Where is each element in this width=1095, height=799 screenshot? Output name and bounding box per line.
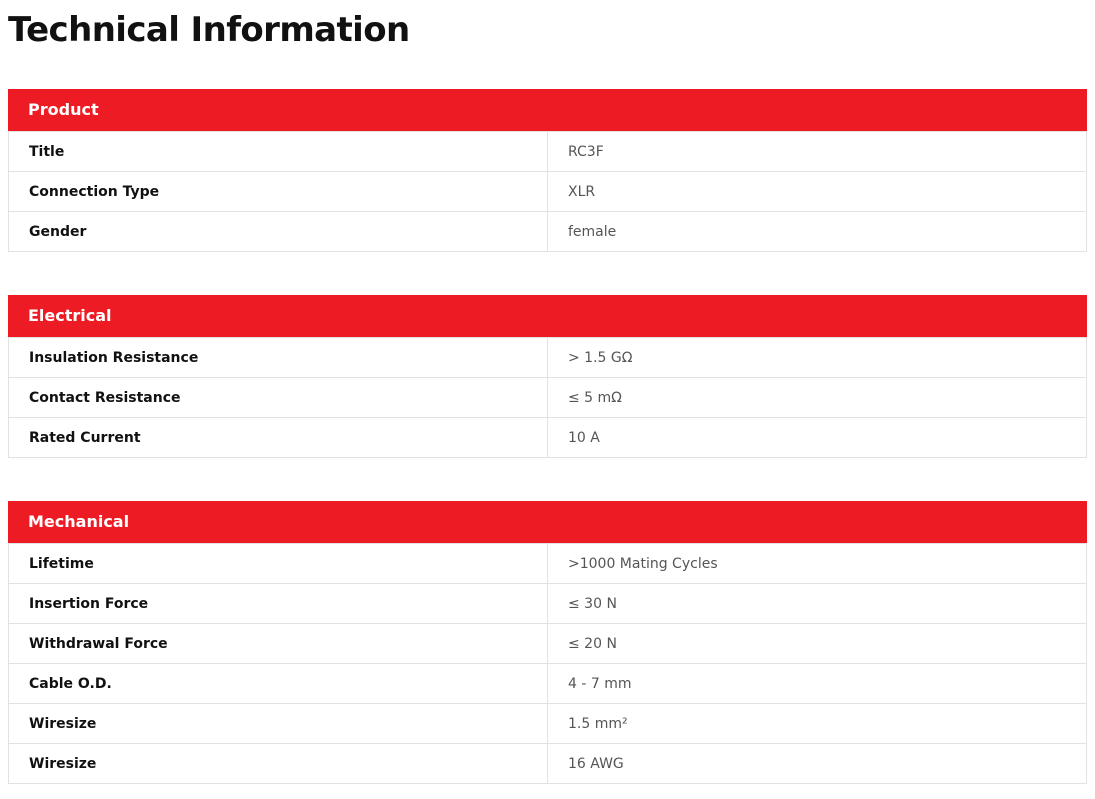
row-value: 1.5 mm² [547,703,1087,744]
spec-table-mechanical: Lifetime >1000 Mating Cycles Insertion F… [8,543,1087,784]
row-label: Gender [8,211,548,252]
row-label: Withdrawal Force [8,623,548,664]
table-row: Wiresize 16 AWG [8,743,1087,784]
table-row: Insulation Resistance > 1.5 GΩ [8,337,1087,378]
row-value: ≤ 5 mΩ [547,377,1087,418]
row-value: RC3F [547,131,1087,172]
spec-table-electrical: Insulation Resistance > 1.5 GΩ Contact R… [8,337,1087,458]
section-header-product: Product [8,89,1087,131]
table-row: Connection Type XLR [8,171,1087,212]
row-label: Connection Type [8,171,548,212]
row-label: Contact Resistance [8,377,548,418]
row-value: 4 - 7 mm [547,663,1087,704]
section-mechanical: Mechanical Lifetime >1000 Mating Cycles … [8,501,1087,784]
table-row: Wiresize 1.5 mm² [8,703,1087,744]
row-label: Wiresize [8,743,548,784]
spec-table-product: Title RC3F Connection Type XLR Gender fe… [8,131,1087,252]
table-row: Cable O.D. 4 - 7 mm [8,663,1087,704]
row-value: 16 AWG [547,743,1087,784]
table-row: Rated Current 10 A [8,417,1087,458]
row-label: Insulation Resistance [8,337,548,378]
row-label: Lifetime [8,543,548,584]
table-row: Gender female [8,211,1087,252]
row-label: Rated Current [8,417,548,458]
table-row: Insertion Force ≤ 30 N [8,583,1087,624]
section-header-mechanical: Mechanical [8,501,1087,543]
row-label: Cable O.D. [8,663,548,704]
table-row: Title RC3F [8,131,1087,172]
row-value: female [547,211,1087,252]
table-row: Contact Resistance ≤ 5 mΩ [8,377,1087,418]
row-value: >1000 Mating Cycles [547,543,1087,584]
table-row: Lifetime >1000 Mating Cycles [8,543,1087,584]
row-label: Insertion Force [8,583,548,624]
row-value: ≤ 30 N [547,583,1087,624]
row-value: 10 A [547,417,1087,458]
row-label: Wiresize [8,703,548,744]
section-electrical: Electrical Insulation Resistance > 1.5 G… [8,295,1087,458]
row-value: ≤ 20 N [547,623,1087,664]
row-value: > 1.5 GΩ [547,337,1087,378]
row-value: XLR [547,171,1087,212]
section-header-electrical: Electrical [8,295,1087,337]
page-title: Technical Information [8,10,410,50]
table-row: Withdrawal Force ≤ 20 N [8,623,1087,664]
row-label: Title [8,131,548,172]
section-product: Product Title RC3F Connection Type XLR G… [8,89,1087,252]
